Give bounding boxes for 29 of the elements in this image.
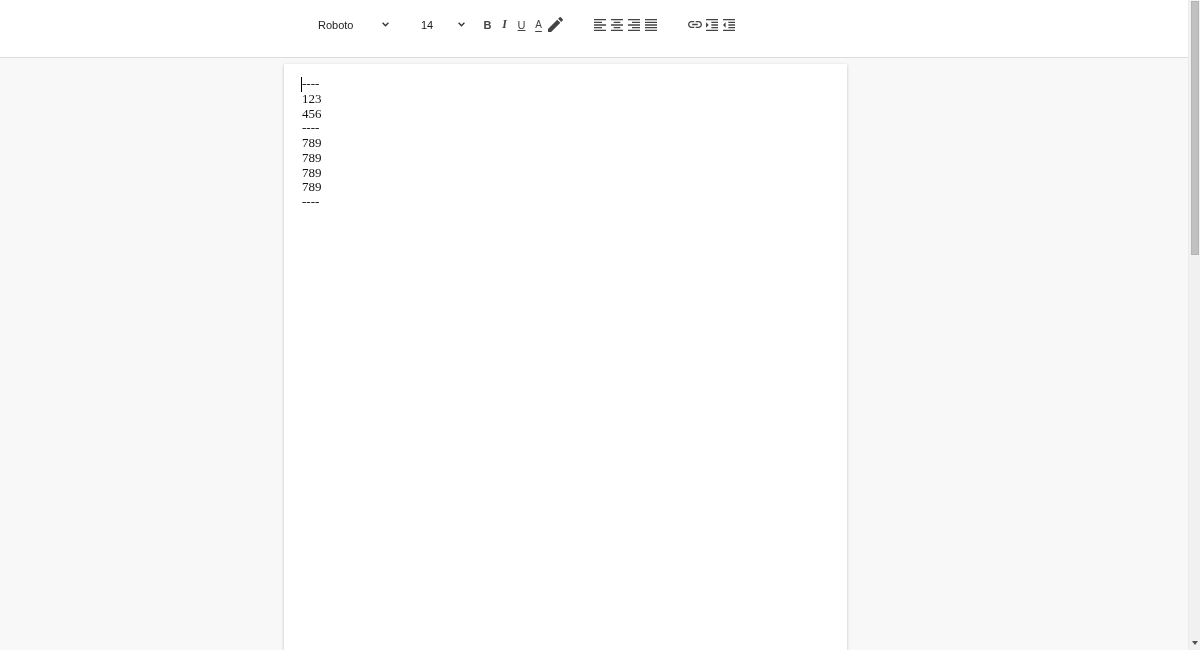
scrollbar-thumb[interactable]	[1190, 1, 1199, 255]
highlight-button[interactable]	[547, 14, 564, 35]
link-icon	[687, 21, 702, 28]
font-size-dropdown[interactable]: 14	[413, 13, 469, 36]
document-page[interactable]: ---- 123 456 ---- 789 789 789 789 ----	[284, 64, 847, 650]
align-left-icon	[593, 18, 606, 31]
font-dropdown[interactable]: Roboto	[310, 13, 393, 36]
text-line: 789	[302, 180, 322, 195]
justify-icon	[644, 18, 657, 31]
underline-button[interactable]: U	[513, 14, 530, 35]
text-line: ----	[302, 77, 320, 92]
outdent-icon	[722, 18, 735, 31]
caret-icon	[458, 22, 465, 27]
bold-button[interactable]: B	[479, 14, 496, 35]
text-line: ----	[302, 195, 320, 210]
caret-icon	[382, 22, 389, 27]
scroll-down-arrow-icon[interactable]	[1191, 641, 1198, 645]
text-line: 789	[302, 150, 322, 166]
text-color-button[interactable]: A	[530, 14, 547, 35]
text-line: 789	[302, 165, 322, 181]
indent-icon	[705, 18, 718, 31]
italic-button[interactable]: I	[496, 14, 513, 35]
align-center-icon	[610, 18, 623, 31]
text-line: ----	[302, 121, 320, 136]
text-line: 789	[302, 136, 322, 151]
align-right-icon	[627, 18, 640, 31]
text-line: 123	[302, 91, 322, 107]
text-line: 456	[302, 106, 322, 122]
pencil-icon	[548, 17, 563, 32]
